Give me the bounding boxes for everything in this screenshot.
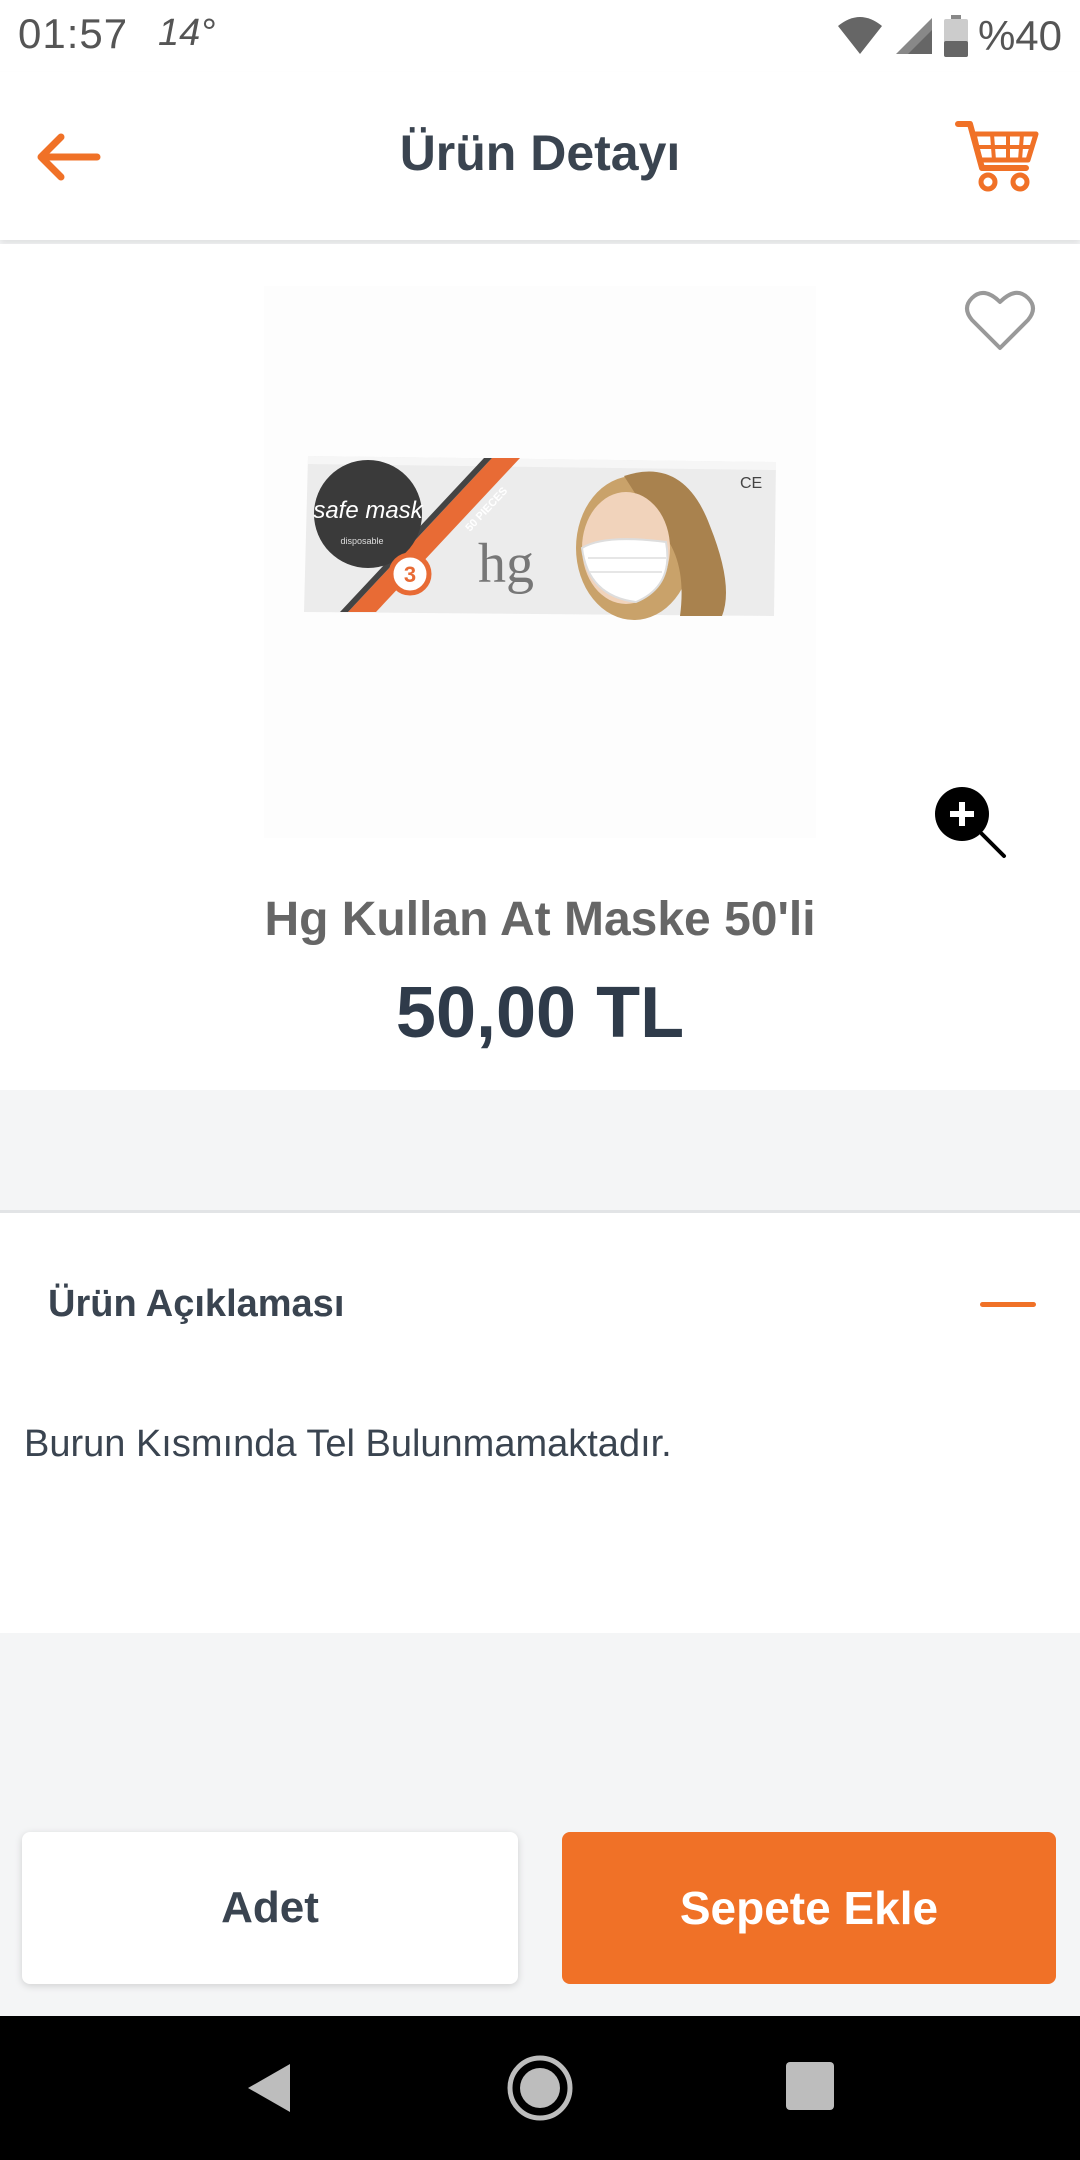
zoom-in-icon [935, 787, 1006, 858]
mask-box-illustration: safe mask disposable 3 50 PIECES hg CE [304, 456, 776, 620]
product-name: Hg Kullan At Maske 50'li [264, 893, 816, 946]
favorite-button[interactable] [964, 288, 1036, 354]
shopping-cart-icon [955, 121, 1039, 192]
system-nav-bar [0, 2016, 1080, 2160]
battery-percentage: %40 [977, 12, 1062, 59]
battery-icon [943, 15, 968, 57]
product-price: 50,00 TL [395, 973, 685, 1053]
nav-recents-icon[interactable] [786, 2062, 834, 2110]
cellular-signal-icon [895, 18, 932, 54]
heart-outline-icon [965, 290, 1035, 350]
nav-back-icon[interactable] [240, 2058, 300, 2118]
bottom-actions: Adet Sepete Ekle [0, 1832, 1080, 1984]
box-brand-text: safe mask [313, 497, 424, 524]
box-ce-text: CE [740, 475, 762, 492]
add-to-cart-button[interactable]: Sepete Ekle [562, 1832, 1056, 1984]
zoom-button[interactable] [932, 784, 1010, 862]
cart-button[interactable] [954, 116, 1040, 196]
product-card: safe mask disposable 3 50 PIECES hg CE H… [0, 244, 1080, 1090]
app-header: Ürün Detayı [0, 72, 1080, 240]
page-title: Ürün Detayı [399, 125, 681, 181]
status-temperature: 14° [158, 12, 216, 54]
box-subtitle-text: disposable [340, 536, 383, 546]
description-section: Ürün Açıklaması Burun Kısmında Tel Bulun… [0, 1213, 1080, 1633]
status-indicators: %40 [836, 10, 1062, 62]
product-image[interactable]: safe mask disposable 3 50 PIECES hg CE [264, 286, 816, 838]
quantity-button[interactable]: Adet [22, 1832, 518, 1984]
wifi-icon [837, 17, 882, 54]
box-badge-text: 3 [404, 562, 416, 587]
box-logo-text: hg [478, 533, 534, 595]
description-text: Burun Kısmında Tel Bulunmamaktadır. [24, 1423, 672, 1465]
nav-home-icon[interactable] [506, 2054, 574, 2122]
description-title: Ürün Açıklaması [48, 1283, 345, 1325]
status-time: 01:57 [18, 10, 129, 57]
status-bar: 01:57 14° %40 [0, 0, 1080, 72]
description-toggle-button[interactable] [980, 1289, 1040, 1319]
minus-icon [980, 1301, 1036, 1307]
